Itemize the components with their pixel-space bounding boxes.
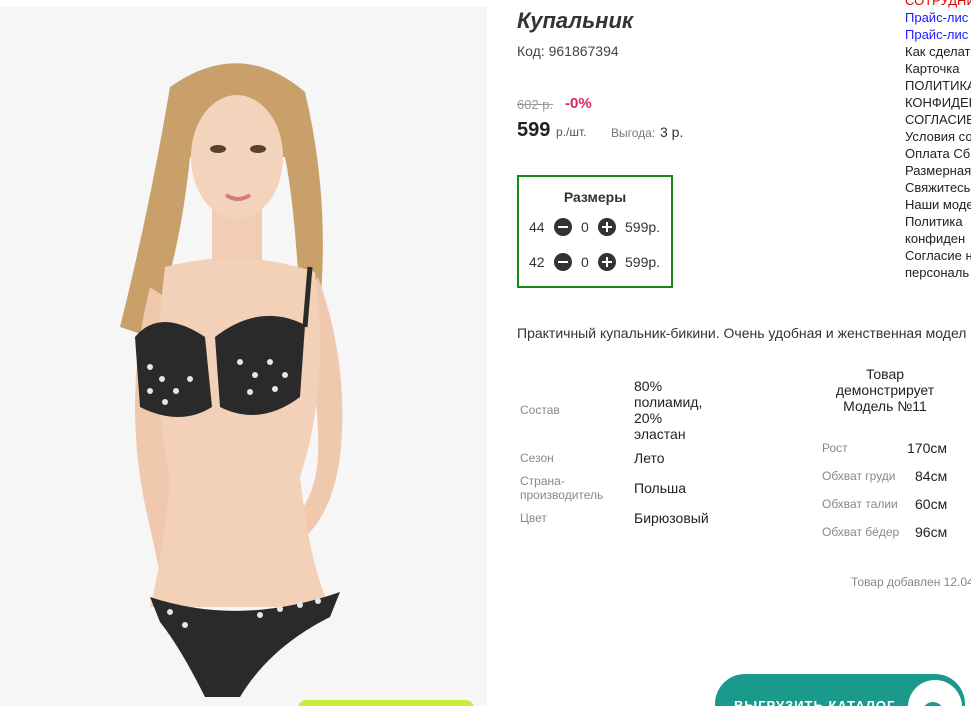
chat-icon[interactable] — [908, 680, 962, 706]
product-code: Код: 961867394 — [517, 43, 619, 59]
quantity-value[interactable]: 0 — [581, 219, 589, 235]
product-description: Практичный купальник-бикини. Очень удобн… — [517, 325, 967, 341]
side-link[interactable]: СОГЛАСИЕ — [905, 111, 971, 128]
export-catalog-button[interactable]: ВЫГРУЗИТЬ КАТАЛОГ — [715, 674, 965, 706]
minus-icon[interactable] — [554, 218, 572, 236]
side-link[interactable]: Политика — [905, 213, 971, 230]
spec-value-country: Польша — [634, 480, 687, 496]
spec-value-color: Бирюзовый — [634, 510, 709, 526]
side-link[interactable]: Размерная — [905, 162, 971, 179]
model-illustration — [0, 7, 487, 706]
spec-label-line: производитель — [520, 488, 604, 502]
side-link[interactable]: Карточка — [905, 60, 971, 77]
side-link[interactable]: Как сделат — [905, 43, 971, 60]
model-param-value: 96см — [915, 524, 948, 540]
plus-icon[interactable] — [598, 218, 616, 236]
model-heading-line: Модель №11 — [843, 398, 927, 414]
spec-value-line: эластан — [634, 426, 686, 442]
spec-value-line: полиамид, — [634, 394, 703, 410]
benefit-label: Выгода: — [611, 126, 656, 140]
sizes-panel: Размеры 44 0 599р. 42 0 599р. — [517, 175, 673, 288]
model-param-label: Рост — [822, 441, 848, 455]
side-link[interactable]: Наши моде — [905, 196, 971, 213]
green-tab[interactable] — [298, 700, 474, 706]
minus-icon[interactable] — [554, 253, 572, 271]
model-param-label: Обхват груди — [822, 469, 896, 483]
side-link[interactable]: Согласие н — [905, 247, 971, 264]
quantity-value[interactable]: 0 — [581, 254, 589, 270]
plus-icon[interactable] — [598, 253, 616, 271]
spec-value-line: 80% — [634, 378, 663, 394]
sizes-title: Размеры — [563, 189, 627, 205]
side-links: СОТРУДНИ Прайс-лис Прайс-лис Как сделат … — [905, 0, 971, 281]
model-param-value: 60см — [915, 496, 948, 512]
size-label: 44 — [529, 219, 545, 235]
current-price: 599 — [517, 119, 551, 141]
price-unit: р./шт. — [556, 125, 587, 139]
side-link[interactable]: Условия со — [905, 128, 971, 145]
export-catalog-label: ВЫГРУЗИТЬ КАТАЛОГ — [734, 698, 896, 706]
size-row: 42 0 599р. — [529, 251, 669, 273]
side-link[interactable]: Прайс-лис — [905, 9, 971, 26]
spec-label-color: Цвет — [520, 511, 547, 525]
spec-value-composition: 80% полиамид, 20% эластан — [634, 378, 702, 442]
side-link[interactable]: ПОЛИТИКА — [905, 77, 971, 94]
side-link[interactable]: конфиден — [905, 230, 971, 247]
model-heading-line: Товар — [865, 366, 905, 382]
spec-label-line: Страна- — [520, 474, 565, 488]
side-link[interactable]: Свяжитесь — [905, 179, 971, 196]
model-param-value: 170см — [907, 440, 947, 456]
spec-label-composition: Состав — [520, 403, 560, 417]
added-date: Товар добавлен 12.04 — [851, 575, 971, 589]
product-photo[interactable] — [0, 7, 487, 706]
side-link[interactable]: Прайс-лис — [905, 26, 971, 43]
spec-value-line: 20% — [634, 410, 663, 426]
spec-label-country: Страна- производитель — [520, 474, 603, 502]
model-heading-line: демонстрирует — [835, 382, 935, 398]
size-price: 599р. — [625, 219, 661, 235]
size-label: 42 — [529, 254, 545, 270]
model-param-label: Обхват талии — [822, 497, 898, 511]
side-link[interactable]: Оплата Сб — [905, 145, 971, 162]
size-row: 44 0 599р. — [529, 216, 669, 238]
side-link[interactable]: персональ — [905, 264, 971, 281]
spec-label-season: Сезон — [520, 451, 554, 465]
spec-value-season: Лето — [634, 450, 665, 466]
model-param-value: 84см — [915, 468, 948, 484]
old-price: 602 р. — [517, 97, 554, 112]
product-title: Купальник — [517, 8, 634, 33]
side-link[interactable]: СОТРУДНИ — [905, 0, 971, 9]
discount-badge: -0% — [565, 95, 592, 112]
model-param-label: Обхват бёдер — [822, 525, 900, 539]
side-link[interactable]: КОНФИДЕН — [905, 94, 971, 111]
size-price: 599р. — [625, 254, 661, 270]
model-heading: Товар демонстрирует Модель №11 — [826, 366, 944, 414]
benefit-value: 3 р. — [660, 124, 684, 140]
